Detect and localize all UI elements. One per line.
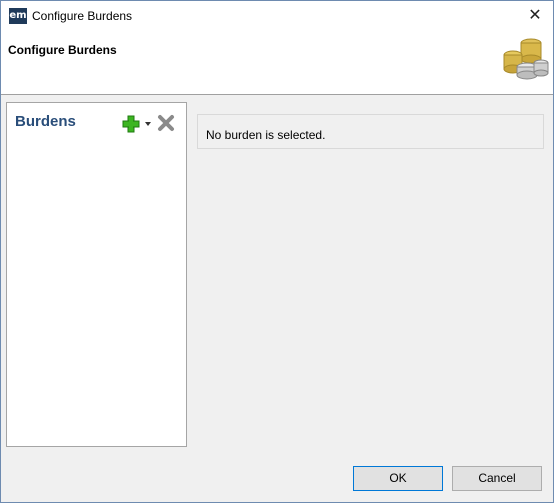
page-title: Configure Burdens bbox=[8, 43, 117, 57]
app-icon: em bbox=[9, 8, 27, 24]
add-burden-button[interactable] bbox=[118, 113, 156, 135]
burdens-panel: Burdens bbox=[6, 102, 187, 447]
burdens-title: Burdens bbox=[15, 113, 76, 130]
plus-icon bbox=[122, 115, 140, 133]
cancel-button[interactable]: Cancel bbox=[452, 466, 542, 491]
delete-burden-button[interactable] bbox=[157, 114, 175, 132]
dialog-content: Burdens No burden is selected. OK Cancel bbox=[1, 95, 553, 502]
close-icon bbox=[158, 115, 174, 131]
coins-icon bbox=[503, 38, 549, 80]
dialog-header: Configure Burdens bbox=[1, 31, 553, 95]
window-title: Configure Burdens bbox=[32, 9, 133, 23]
close-icon: ✕ bbox=[528, 7, 542, 24]
title-bar[interactable]: em Configure Burdens ✕ bbox=[1, 1, 553, 31]
close-button[interactable]: ✕ bbox=[517, 1, 553, 31]
burden-detail-panel: No burden is selected. bbox=[197, 114, 544, 149]
no-selection-message: No burden is selected. bbox=[206, 128, 326, 142]
dialog-window: em Configure Burdens ✕ Configure Burdens… bbox=[0, 0, 554, 503]
chevron-down-icon[interactable] bbox=[145, 122, 151, 126]
ok-button[interactable]: OK bbox=[353, 466, 443, 491]
